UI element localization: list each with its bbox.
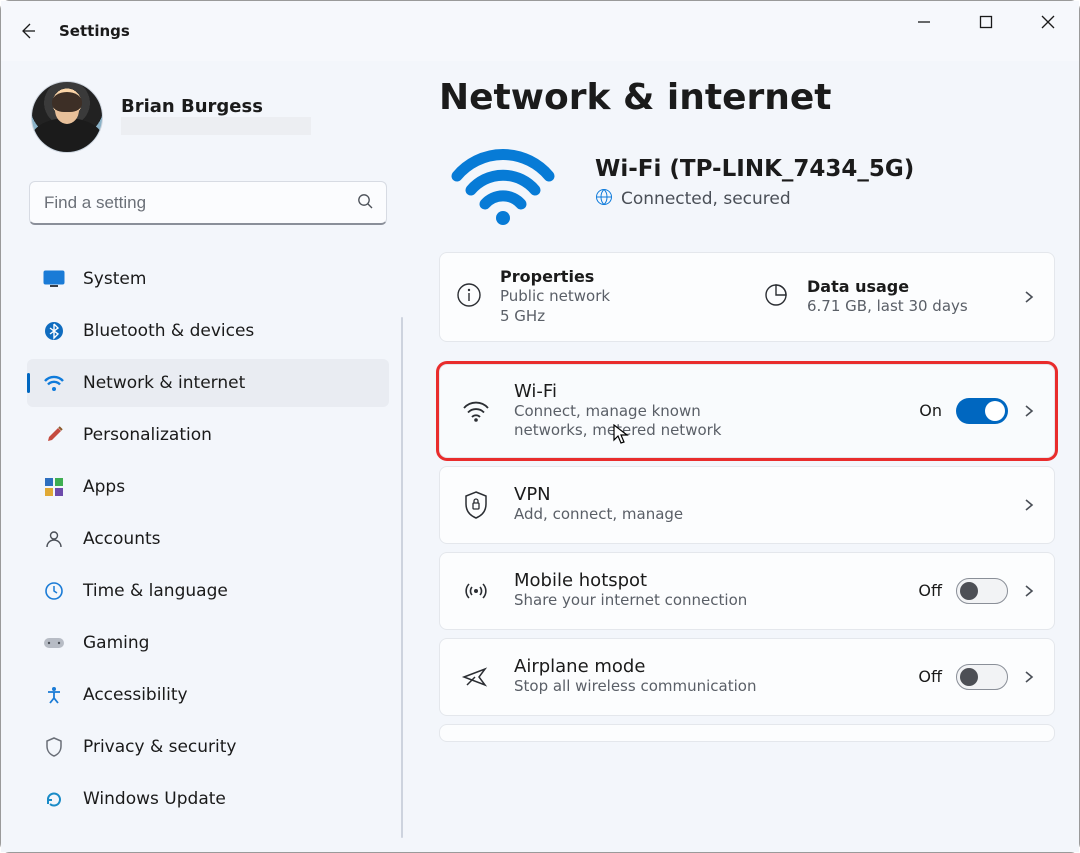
apps-icon	[43, 476, 65, 498]
avatar	[31, 81, 103, 153]
person-icon	[43, 528, 65, 550]
globe-secure-icon	[595, 188, 613, 211]
vpn-title: VPN	[514, 484, 683, 505]
gamepad-icon	[43, 632, 65, 654]
sidebar-item-label: Windows Update	[83, 789, 226, 809]
sidebar-item-accounts[interactable]: Accounts	[27, 515, 389, 563]
chevron-right-icon	[1022, 670, 1036, 684]
data-usage-sub: 6.71 GB, last 30 days	[807, 296, 968, 316]
properties-sub2: 5 GHz	[500, 306, 610, 326]
card-airplane[interactable]: Airplane mode Stop all wireless communic…	[439, 638, 1055, 716]
hotspot-sub: Share your internet connection	[514, 591, 747, 611]
divider-scroll	[401, 317, 403, 838]
back-button[interactable]	[5, 8, 51, 54]
hotspot-toggle[interactable]	[956, 578, 1008, 604]
hotspot-toggle-label: Off	[918, 581, 942, 600]
bluetooth-icon	[43, 320, 65, 342]
properties-cell[interactable]: Properties Public network 5 GHz	[440, 253, 747, 341]
sidebar-item-label: Accounts	[83, 529, 161, 549]
data-usage-cell[interactable]: Data usage 6.71 GB, last 30 days	[747, 253, 1054, 341]
sidebar-item-bluetooth[interactable]: Bluetooth & devices	[27, 307, 389, 355]
system-icon	[43, 268, 65, 290]
sidebar-item-personalization[interactable]: Personalization	[27, 411, 389, 459]
properties-title: Properties	[500, 267, 610, 286]
sidebar-item-updates[interactable]: Windows Update	[27, 775, 389, 823]
vpn-sub: Add, connect, manage	[514, 505, 683, 525]
info-icon	[456, 282, 482, 312]
sidebar-item-label: Bluetooth & devices	[83, 321, 254, 341]
arrow-left-icon	[18, 21, 38, 41]
status-state: Connected, secured	[621, 189, 791, 209]
profile-block[interactable]: Brian Burgess	[21, 71, 395, 173]
card-more[interactable]	[439, 724, 1055, 742]
sidebar-item-label: Apps	[83, 477, 125, 497]
app-title: Settings	[59, 22, 130, 40]
minimize-button[interactable]	[893, 1, 955, 43]
paintbrush-icon	[43, 424, 65, 446]
shield-icon	[43, 736, 65, 758]
chevron-right-icon	[1022, 404, 1036, 418]
maximize-icon	[979, 15, 993, 29]
summary-row: Properties Public network 5 GHz Data usa…	[439, 252, 1055, 342]
sidebar-nav: System Bluetooth & devices Network & int…	[21, 251, 395, 827]
chevron-right-icon	[1022, 584, 1036, 598]
sidebar-item-label: Network & internet	[83, 373, 245, 393]
network-status: Wi-Fi (TP-LINK_7434_5G) Connected, secur…	[439, 138, 1055, 228]
sidebar-item-label: Gaming	[83, 633, 149, 653]
wifi-icon	[43, 372, 65, 394]
profile-email	[121, 117, 311, 135]
page-title: Network & internet	[439, 77, 1055, 118]
properties-sub1: Public network	[500, 286, 610, 306]
vpn-shield-icon	[458, 490, 494, 520]
data-usage-title: Data usage	[807, 277, 968, 296]
globe-clock-icon	[43, 580, 65, 602]
sidebar-item-label: System	[83, 269, 146, 289]
close-icon	[1041, 15, 1055, 29]
sidebar-item-network[interactable]: Network & internet	[27, 359, 389, 407]
airplane-sub: Stop all wireless communication	[514, 677, 756, 697]
sidebar-pane: Brian Burgess System Bluetooth & devices…	[1, 61, 401, 852]
sidebar-item-gaming[interactable]: Gaming	[27, 619, 389, 667]
sidebar-item-system[interactable]: System	[27, 255, 389, 303]
airplane-icon	[458, 663, 494, 691]
minimize-icon	[917, 15, 931, 29]
close-button[interactable]	[1017, 1, 1079, 43]
wifi-title: Wi-Fi	[514, 381, 764, 402]
maximize-button[interactable]	[955, 1, 1017, 43]
accessibility-icon	[43, 684, 65, 706]
sidebar-item-apps[interactable]: Apps	[27, 463, 389, 511]
sidebar-item-time-language[interactable]: Time & language	[27, 567, 389, 615]
airplane-toggle[interactable]	[956, 664, 1008, 690]
profile-name: Brian Burgess	[121, 96, 311, 117]
wifi-toggle[interactable]	[956, 398, 1008, 424]
airplane-toggle-label: Off	[918, 667, 942, 686]
sidebar-item-privacy[interactable]: Privacy & security	[27, 723, 389, 771]
search-box[interactable]	[29, 181, 387, 225]
sidebar-item-label: Accessibility	[83, 685, 188, 705]
chevron-right-icon	[1022, 498, 1036, 512]
sidebar-item-accessibility[interactable]: Accessibility	[27, 671, 389, 719]
hotspot-icon	[458, 578, 494, 604]
sidebar-item-label: Personalization	[83, 425, 212, 445]
wifi-sub: Connect, manage known networks, metered …	[514, 402, 764, 441]
chevron-right-icon	[1022, 290, 1036, 304]
card-wifi[interactable]: Wi-Fi Connect, manage known networks, me…	[439, 364, 1055, 458]
search-icon	[356, 192, 374, 214]
main-pane: Network & internet Wi-Fi (TP-LINK_7434_5…	[401, 61, 1079, 852]
sidebar-item-label: Privacy & security	[83, 737, 237, 757]
wifi-toggle-label: On	[919, 401, 942, 420]
card-vpn[interactable]: VPN Add, connect, manage	[439, 466, 1055, 544]
card-hotspot[interactable]: Mobile hotspot Share your internet conne…	[439, 552, 1055, 630]
update-icon	[43, 788, 65, 810]
airplane-title: Airplane mode	[514, 656, 756, 677]
data-usage-icon	[763, 282, 789, 312]
sidebar-item-label: Time & language	[83, 581, 228, 601]
search-input[interactable]	[42, 192, 348, 214]
wifi-icon	[458, 398, 494, 424]
hotspot-title: Mobile hotspot	[514, 570, 747, 591]
status-ssid: Wi-Fi (TP-LINK_7434_5G)	[595, 156, 914, 182]
wifi-large-icon	[439, 138, 567, 228]
title-bar: Settings	[1, 1, 1079, 61]
window-controls	[893, 1, 1079, 43]
